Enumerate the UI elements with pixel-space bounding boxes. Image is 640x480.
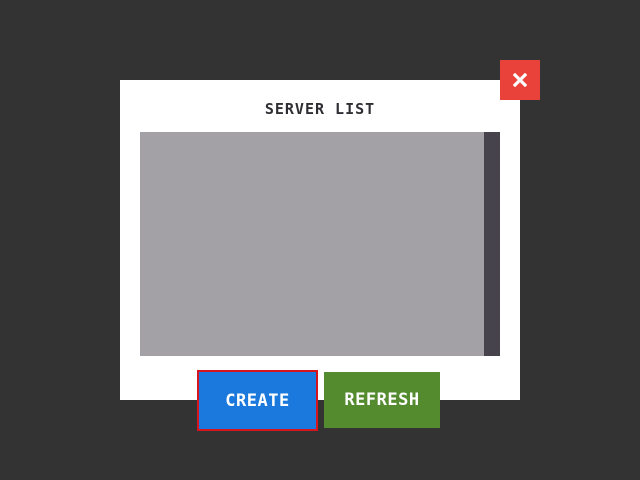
server-list-panel[interactable] [140, 132, 484, 356]
dialog-title: SERVER LIST [264, 100, 376, 118]
close-button[interactable] [500, 60, 540, 100]
create-button-label: CREATE [225, 390, 290, 411]
close-icon [513, 73, 527, 87]
refresh-button[interactable]: REFRESH [324, 372, 440, 428]
server-list-dialog: SERVER LIST [120, 80, 520, 400]
create-button[interactable]: CREATE [197, 370, 318, 431]
refresh-button-label: REFRESH [344, 390, 420, 410]
server-list-scrollbar[interactable] [484, 132, 500, 356]
